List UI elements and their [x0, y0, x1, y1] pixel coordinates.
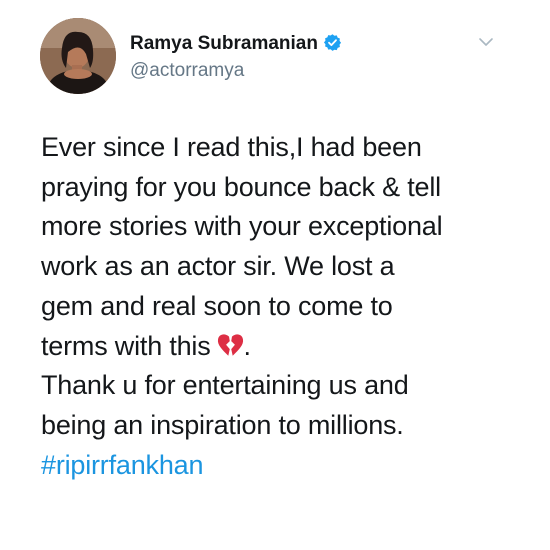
broken-heart-icon — [217, 333, 243, 356]
tweet-line-with-emoji: terms with this . — [41, 327, 521, 367]
tweet-line: Thank u for entertaining us and — [41, 370, 409, 401]
tweet-line: gem and real soon to come to — [41, 290, 393, 321]
tweet-card: Ramya Subramanian @actorramya Ever since… — [0, 0, 550, 550]
verified-badge-icon — [323, 34, 342, 51]
avatar[interactable] — [40, 18, 116, 94]
tweet-text: Ever since I read this,I had been prayin… — [41, 128, 521, 485]
tweet-line: Ever since I read this,I had been — [41, 132, 422, 162]
chevron-down-icon[interactable] — [478, 36, 494, 48]
display-name-text: Ramya Subramanian — [130, 33, 318, 54]
display-name[interactable]: Ramya Subramanian — [130, 33, 342, 55]
hashtag-link[interactable]: #ripirrfankhan — [41, 446, 521, 486]
handle[interactable]: @actorramya — [130, 60, 244, 82]
tweet-line: more stories with your exceptional — [41, 211, 443, 242]
tweet-period: . — [243, 330, 252, 361]
tweet-line: being an inspiration to millions. — [41, 409, 404, 440]
tweet-line: terms with this — [41, 330, 211, 361]
tweet-line: work as an actor sir. We lost a — [41, 251, 395, 282]
tweet-line: praying for you bounce back & tell — [41, 171, 441, 202]
